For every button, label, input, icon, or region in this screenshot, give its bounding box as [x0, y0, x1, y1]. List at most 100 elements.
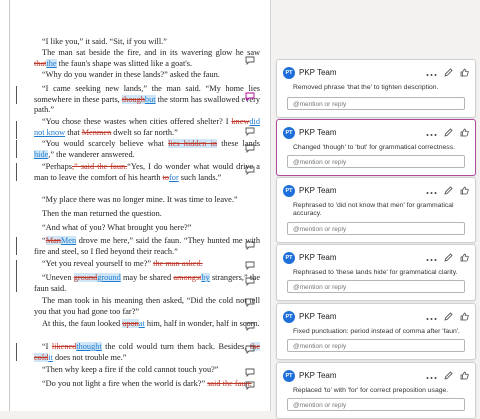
- comment-bubble-icon[interactable]: [245, 298, 255, 307]
- change-bar-marker: [16, 140, 17, 158]
- tracked-deletion[interactable]: Man: [45, 236, 61, 245]
- document-paragraph[interactable]: “My place there was no longer mine. It w…: [34, 195, 260, 206]
- document-page[interactable]: “I like you,” it said. “Sit, if you will…: [0, 0, 271, 411]
- reply-input[interactable]: @mention or reply: [287, 155, 465, 168]
- document-paragraph[interactable]: “And what of you? What brought you here?…: [34, 223, 260, 234]
- document-paragraph[interactable]: “Uneven groundground may be shared among…: [34, 273, 260, 294]
- edit-pencil-icon[interactable]: [444, 367, 453, 385]
- tracked-deletion[interactable]: though: [121, 94, 145, 104]
- like-thumb-icon[interactable]: [460, 308, 469, 326]
- tracked-insertion[interactable]: but: [144, 94, 156, 104]
- edit-pencil-icon[interactable]: [444, 182, 453, 200]
- like-thumb-icon[interactable]: [460, 64, 469, 82]
- edit-pencil-icon[interactable]: [444, 64, 453, 82]
- more-options-icon[interactable]: [426, 308, 437, 326]
- document-paragraph[interactable]: The man sat beside the fire, and in its …: [34, 48, 260, 69]
- tracked-insertion[interactable]: for: [169, 173, 179, 182]
- comment-bubble-icon[interactable]: [245, 277, 255, 286]
- tracked-deletion[interactable]: that: [34, 59, 46, 68]
- change-bar-marker: [16, 121, 17, 139]
- more-options-icon[interactable]: [426, 124, 437, 142]
- comment-header: PT PKP Team: [283, 370, 469, 382]
- document-paragraph[interactable]: “You chose these wastes when cities offe…: [34, 117, 260, 138]
- avatar: PT: [283, 185, 295, 197]
- avatar: PT: [283, 311, 295, 323]
- document-paragraph[interactable]: Then the man returned the question.: [34, 209, 260, 220]
- document-paragraph[interactable]: The man took in his meaning then asked, …: [34, 296, 260, 317]
- reply-input[interactable]: @mention or reply: [287, 398, 465, 411]
- document-paragraph[interactable]: “I came seeking new lands,” the man said…: [34, 84, 260, 116]
- comment-bubble-icon[interactable]: [245, 381, 255, 390]
- document-paragraph[interactable]: “Yet you reveal yourself to me?” the man…: [34, 259, 260, 270]
- comment-card[interactable]: PT PKP Team Rephrased to 'these lands hide…: [276, 244, 476, 301]
- document-paragraph[interactable]: “Perhaps,” said the faun.“Yes, I do wond…: [34, 162, 260, 183]
- comment-bubble-icon[interactable]: [245, 56, 255, 65]
- change-bar-marker: [16, 343, 17, 361]
- more-options-icon[interactable]: [426, 367, 437, 385]
- like-thumb-icon[interactable]: [460, 249, 469, 267]
- comment-text: Removed phrase 'that the' to tighten des…: [293, 84, 439, 91]
- comment-text: Replaced 'to' with 'for' for correct pre…: [293, 387, 449, 394]
- tracked-deletion[interactable]: upon: [122, 319, 139, 328]
- like-thumb-icon[interactable]: [460, 367, 469, 385]
- edit-pencil-icon[interactable]: [444, 308, 453, 326]
- comment-bubble-icon[interactable]: [245, 92, 255, 101]
- tracked-insertion[interactable]: Men: [60, 236, 77, 245]
- tracked-deletion[interactable]: Menmen: [82, 128, 112, 137]
- comment-bubble-icon[interactable]: [245, 241, 255, 250]
- comment-card[interactable]: PT PKP Team Changed 'though' to 'but' for …: [276, 119, 476, 176]
- like-thumb-icon[interactable]: [460, 124, 469, 142]
- comment-card[interactable]: PT PKP Team Fixed punctuation: period inst…: [276, 303, 476, 360]
- comment-header: PT PKP Team: [283, 311, 469, 323]
- comment-card[interactable]: PT PKP Team Removed phrase 'that the' to t…: [276, 59, 476, 118]
- comment-author: PKP Team: [299, 312, 337, 321]
- tracked-insertion[interactable]: did not know: [34, 117, 260, 137]
- document-paragraph[interactable]: “Do you not light a fire when the world …: [34, 379, 260, 390]
- comment-bubble-icon[interactable]: [245, 261, 255, 270]
- comment-bubble-icon[interactable]: [245, 345, 255, 354]
- comment-card[interactable]: PT PKP Team Rephrased to 'did not know tha…: [276, 177, 476, 243]
- tracked-insertion[interactable]: the: [46, 58, 57, 68]
- comment-bubble-icon[interactable]: [245, 322, 255, 331]
- comment-card[interactable]: PT PKP Team Replaced 'to' with 'for' for c…: [276, 362, 476, 419]
- tracked-insertion[interactable]: at: [139, 319, 145, 328]
- document-paragraph[interactable]: “ManMen drove me here,” said the faun. “…: [34, 236, 260, 257]
- tracked-deletion[interactable]: ,” said the faun.: [72, 162, 127, 171]
- tracked-deletion[interactable]: the man asked.: [153, 259, 203, 268]
- edit-pencil-icon[interactable]: [444, 124, 453, 142]
- document-paragraph[interactable]: “Why do you wander in these lands?” aske…: [34, 70, 260, 81]
- comment-bubble-icon[interactable]: [245, 144, 255, 153]
- more-options-icon[interactable]: [426, 182, 437, 200]
- document-paragraph[interactable]: At this, the faun looked uponat him, hal…: [34, 319, 260, 330]
- more-options-icon[interactable]: [426, 64, 437, 82]
- edit-pencil-icon[interactable]: [444, 249, 453, 267]
- tracked-insertion[interactable]: by: [201, 273, 210, 282]
- comment-bubble-icon[interactable]: [245, 166, 255, 175]
- tracked-deletion[interactable]: ground: [73, 273, 98, 282]
- like-thumb-icon[interactable]: [460, 182, 469, 200]
- document-paragraph[interactable]: “I like you,” it said. “Sit, if you will…: [34, 37, 260, 48]
- comments-pane: PT PKP Team Removed phrase 'that the' to t…: [276, 0, 476, 419]
- more-options-icon[interactable]: [426, 249, 437, 267]
- tracked-insertion[interactable]: thought: [76, 342, 102, 351]
- reply-input[interactable]: @mention or reply: [287, 339, 465, 352]
- comment-header: PT PKP Team: [283, 127, 469, 139]
- tracked-deletion[interactable]: likened: [52, 342, 76, 351]
- document-paragraph[interactable]: “I likenedthought the cold would turn th…: [34, 342, 260, 363]
- tracked-insertion[interactable]: it: [48, 353, 53, 362]
- reply-input[interactable]: @mention or reply: [287, 280, 465, 293]
- avatar: PT: [283, 67, 295, 79]
- reply-input[interactable]: @mention or reply: [287, 97, 465, 110]
- document-paragraph[interactable]: “Then why keep a fire if the cold cannot…: [34, 365, 260, 376]
- tracked-deletion[interactable]: knew: [231, 117, 249, 126]
- change-bar-marker: [16, 274, 17, 292]
- change-bar-marker: [16, 86, 17, 104]
- tracked-deletion[interactable]: amongst: [173, 273, 201, 282]
- reply-input[interactable]: @mention or reply: [287, 222, 465, 235]
- comment-bubble-icon[interactable]: [245, 127, 255, 136]
- document-paragraph[interactable]: “You would scarcely believe what lies hi…: [34, 139, 260, 160]
- tracked-insertion[interactable]: ground: [97, 273, 121, 282]
- tracked-deletion[interactable]: lies hidden in: [168, 139, 218, 148]
- comment-bubble-icon[interactable]: [245, 368, 255, 377]
- tracked-insertion[interactable]: hide: [34, 149, 49, 159]
